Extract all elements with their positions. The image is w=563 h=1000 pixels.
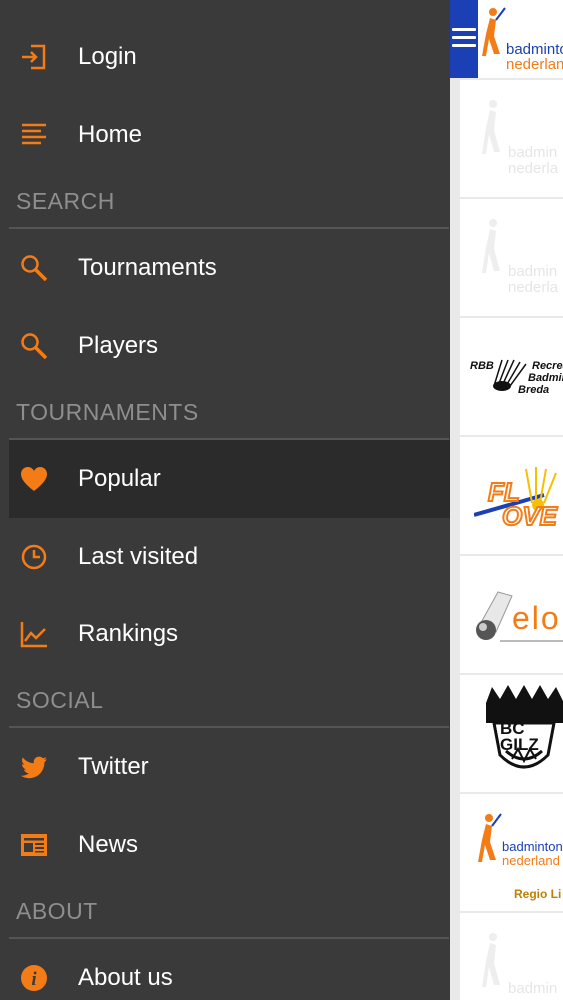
top-bar: badminton nederland [450,0,563,78]
menu-label-players: Players [78,332,159,359]
logo-text-bc-gilze: BC GILZ [500,719,539,754]
menu-item-rankings[interactable]: Rankings [0,599,450,669]
svg-text:i: i [31,969,37,990]
menu-item-players[interactable]: Players [0,311,450,381]
list-item[interactable]: BC GILZ [460,675,563,792]
divider [9,937,449,939]
logo-text-line1: badmin [508,144,558,161]
heart-icon [19,464,49,494]
menu-label-about-us: About us [78,964,173,991]
newspaper-icon [19,830,49,860]
divider [500,640,563,642]
list-item[interactable]: badmin nederla [460,80,563,197]
login-icon [19,42,49,72]
menu-item-about-us[interactable]: i About us [0,943,450,1000]
content-list: badminton nederland badmin nederla badmi… [450,0,563,1000]
list-item[interactable]: RBB Recrea Badmin Breda [460,318,563,435]
logo-text-elo: elo [512,600,561,636]
section-header-tournaments: TOURNAMENTS [16,399,199,425]
logo-text-line2: nederland [502,853,560,868]
section-header-search: SEARCH [16,188,115,214]
search-icon [19,253,49,283]
logo-text-over: OVE [501,501,558,531]
divider [9,227,449,229]
menu-label-login: Login [78,43,137,70]
menu-item-home[interactable]: Home [0,100,450,170]
menu-label-news: News [78,831,139,858]
menu-item-popular[interactable]: Popular [9,440,450,518]
list-item[interactable]: elo [460,556,563,673]
logo-text-line2: nederla [508,279,559,296]
list-item[interactable]: FL OVE [460,437,563,554]
logo-text-line1: badmin [508,263,558,280]
menu-item-tournaments[interactable]: Tournaments [0,233,450,303]
list-item[interactable]: badmin [460,913,563,1000]
logo-text-line1: badmin [508,980,558,997]
menu-label-tournaments: Tournaments [78,254,217,281]
logo-text-line2: nederland [506,56,563,73]
menu-label-popular: Popular [78,465,161,492]
menu-label-home: Home [78,121,143,148]
list-item[interactable]: badmin nederla [460,199,563,316]
logo-text-regio: Regio Li [514,887,562,901]
clock-icon [19,542,49,572]
home-list-icon [19,120,49,150]
badminton-nederland-logo: badminton nederland [478,0,563,78]
logo-text-line2: nederla [508,160,559,177]
line-chart-icon [19,619,49,649]
divider [9,726,449,728]
logo-text-breda: Breda [518,384,550,396]
menu-label-rankings: Rankings [78,620,179,647]
twitter-icon [19,752,49,782]
info-icon: i [19,963,49,993]
logo-text-line1: badminton [502,839,563,854]
search-icon [19,331,49,361]
menu-item-twitter[interactable]: Twitter [0,732,450,802]
section-header-about: ABOUT [16,898,98,924]
menu-label-last-visited: Last visited [78,543,199,570]
list-item[interactable]: badminton nederland Regio Li [460,794,563,911]
menu-item-last-visited[interactable]: Last visited [0,522,450,592]
menu-label-twitter: Twitter [78,753,149,780]
menu-item-login[interactable]: Login [0,22,450,92]
menu-item-news[interactable]: News [0,810,450,880]
section-header-social: SOCIAL [16,687,104,713]
side-menu: Login Home SEARCH Tournaments Players TO… [0,0,450,1000]
hamburger-menu-icon[interactable] [452,28,476,48]
